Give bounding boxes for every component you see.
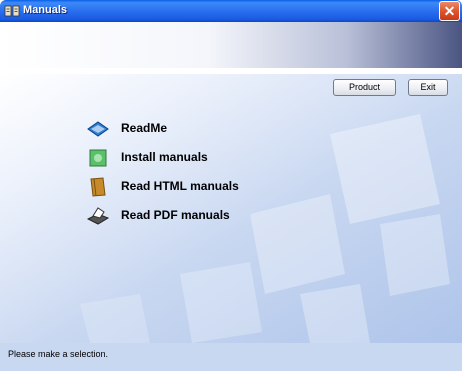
menu-item-install-manuals[interactable]: Install manuals	[87, 147, 247, 169]
product-button[interactable]: Product	[333, 79, 396, 96]
window-title: Manuals	[23, 4, 68, 16]
header-banner	[0, 22, 462, 68]
menu-item-html-manuals[interactable]: Read HTML manuals	[87, 176, 287, 198]
install-manuals-icon	[89, 149, 107, 167]
exit-button[interactable]: Exit	[408, 79, 448, 96]
menu-item-label: ReadMe	[121, 121, 168, 135]
close-button[interactable]: ✕	[439, 1, 460, 21]
exit-button-label: Exit	[420, 82, 436, 92]
menu-item-label: Read PDF manuals	[121, 208, 230, 222]
product-button-label: Product	[348, 82, 381, 92]
title-bar: Manuals ✕	[0, 0, 462, 22]
menu-item-label: Read HTML manuals	[121, 179, 239, 193]
readme-icon	[87, 121, 109, 137]
manuals-window: Manuals ✕ Product Exit ReadMe Install ma…	[0, 0, 462, 371]
app-icon	[4, 5, 20, 17]
status-bar: Please make a selection.	[0, 343, 462, 371]
menu-item-pdf-manuals[interactable]: Read PDF manuals	[87, 205, 287, 227]
html-manual-icon	[90, 177, 106, 197]
menu-item-label: Install manuals	[121, 150, 208, 164]
status-text: Please make a selection.	[8, 349, 109, 359]
main-panel: Product Exit ReadMe Install manuals Read…	[0, 74, 462, 343]
menu-item-readme[interactable]: ReadMe	[87, 118, 207, 140]
pdf-manual-icon	[87, 207, 109, 225]
close-icon: ✕	[443, 3, 456, 19]
